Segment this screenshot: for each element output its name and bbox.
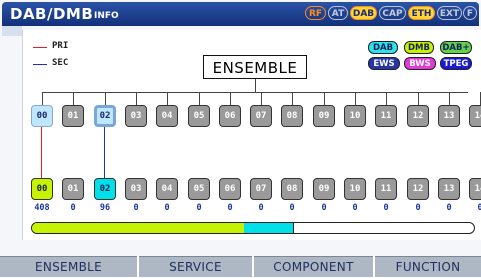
ensemble-stem: [255, 79, 256, 92]
component-node[interactable]: 01: [62, 178, 84, 200]
ensemble-node[interactable]: ENSEMBLE: [203, 55, 307, 79]
service-connector: [230, 92, 231, 105]
service-node[interactable]: 13: [438, 105, 460, 127]
service-node[interactable]: 08: [281, 105, 303, 127]
component-node[interactable]: 04: [156, 178, 178, 200]
component-bitrate: 0: [415, 203, 421, 213]
tab-ensemble[interactable]: ENSEMBLE: [0, 256, 137, 277]
service-connector: [292, 92, 293, 105]
indicator-dab: DAB: [350, 6, 377, 20]
scroll-region[interactable]: [2, 26, 22, 36]
service-node[interactable]: 12: [407, 105, 429, 127]
tag-dmb: DMB: [404, 41, 434, 54]
component-node[interactable]: 05: [188, 178, 210, 200]
tab-component[interactable]: COMPONENT: [254, 256, 373, 277]
component-bitrate: 96: [99, 203, 111, 213]
service-node[interactable]: 14: [469, 105, 481, 127]
component-bitrate: 0: [196, 203, 202, 213]
sec-legend-label: SEC: [52, 58, 69, 68]
tab-service[interactable]: SERVICE: [139, 256, 252, 277]
screen: DAB/DMB INFO RF AT DAB CAP ETH EXT F PRI…: [0, 0, 481, 277]
component-bitrate: 408: [34, 203, 50, 213]
component-node[interactable]: 02: [94, 178, 116, 200]
tab-function[interactable]: FUNCTION: [375, 256, 481, 277]
indicator-f: F: [463, 6, 477, 20]
component-bitrate: 0: [352, 203, 358, 213]
component-bitrate: 0: [258, 203, 264, 213]
tag-ews: EWS: [368, 57, 400, 70]
tag-bws: BWS: [404, 57, 436, 70]
service-connector: [73, 92, 74, 105]
service-connector: [324, 92, 325, 105]
service-node[interactable]: 11: [375, 105, 397, 127]
service-connector: [418, 92, 419, 105]
component-bitrate: 0: [70, 203, 76, 213]
service-connector: [199, 92, 200, 105]
sec-legend-line: [33, 64, 47, 65]
tag-tpeg: TPEG: [440, 57, 472, 70]
service-node[interactable]: 01: [62, 105, 84, 127]
service-node[interactable]: 00: [31, 105, 53, 127]
app-subtitle: INFO: [94, 11, 119, 21]
service-connector: [449, 92, 450, 105]
indicator-eth: ETH: [408, 6, 435, 20]
bottom-tab-bar: ENSEMBLE SERVICE COMPONENT FUNCTION: [0, 256, 481, 277]
service-connector: [261, 92, 262, 105]
service-connector: [167, 92, 168, 105]
service-node[interactable]: 03: [125, 105, 147, 127]
service-connector: [136, 92, 137, 105]
component-node[interactable]: 11: [375, 178, 397, 200]
capacity-used-dmb: [244, 223, 294, 233]
indicator-cap: CAP: [379, 6, 406, 20]
app-title: DAB/DMB: [10, 5, 94, 23]
component-node[interactable]: 07: [250, 178, 272, 200]
tag-dab: DAB: [368, 41, 398, 54]
capacity-used-dab: [32, 223, 245, 233]
component-bitrate: 0: [446, 203, 452, 213]
service-node[interactable]: 10: [344, 105, 366, 127]
component-bitrate: 0: [164, 203, 170, 213]
indicator-rf: RF: [305, 6, 326, 20]
service-node[interactable]: 09: [313, 105, 335, 127]
title-bar: DAB/DMB INFO RF AT DAB CAP ETH EXT F: [2, 2, 479, 26]
service-node[interactable]: 02: [94, 105, 116, 127]
capacity-bar: [31, 222, 475, 234]
component-bitrate: 0: [477, 203, 481, 213]
pri-legend-line: [33, 47, 47, 48]
service-connector: [386, 92, 387, 105]
component-node[interactable]: 12: [407, 178, 429, 200]
component-node[interactable]: 13: [438, 178, 460, 200]
service-node[interactable]: 04: [156, 105, 178, 127]
service-connector: [105, 92, 106, 105]
component-bitrate: 0: [133, 203, 139, 213]
service-connector: [355, 92, 356, 105]
service-node[interactable]: 05: [188, 105, 210, 127]
component-node[interactable]: 08: [281, 178, 303, 200]
component-bitrate: 0: [227, 203, 233, 213]
component-node[interactable]: 00: [31, 178, 53, 200]
indicator-ext: EXT: [437, 6, 462, 20]
component-bitrate: 0: [289, 203, 295, 213]
pri-legend-label: PRI: [52, 41, 69, 51]
sec-link-line: [104, 127, 105, 178]
component-node[interactable]: 10: [344, 178, 366, 200]
pri-link-line: [41, 127, 42, 178]
component-node[interactable]: 06: [219, 178, 241, 200]
component-bitrate: 0: [321, 203, 327, 213]
component-node[interactable]: 03: [125, 178, 147, 200]
component-node[interactable]: 14: [469, 178, 481, 200]
service-node[interactable]: 06: [219, 105, 241, 127]
service-connector: [42, 92, 43, 105]
component-bitrate: 0: [383, 203, 389, 213]
component-node[interactable]: 09: [313, 178, 335, 200]
indicator-at: AT: [328, 6, 348, 20]
tag-dab-plus: DAB+: [440, 41, 472, 54]
service-node[interactable]: 07: [250, 105, 272, 127]
